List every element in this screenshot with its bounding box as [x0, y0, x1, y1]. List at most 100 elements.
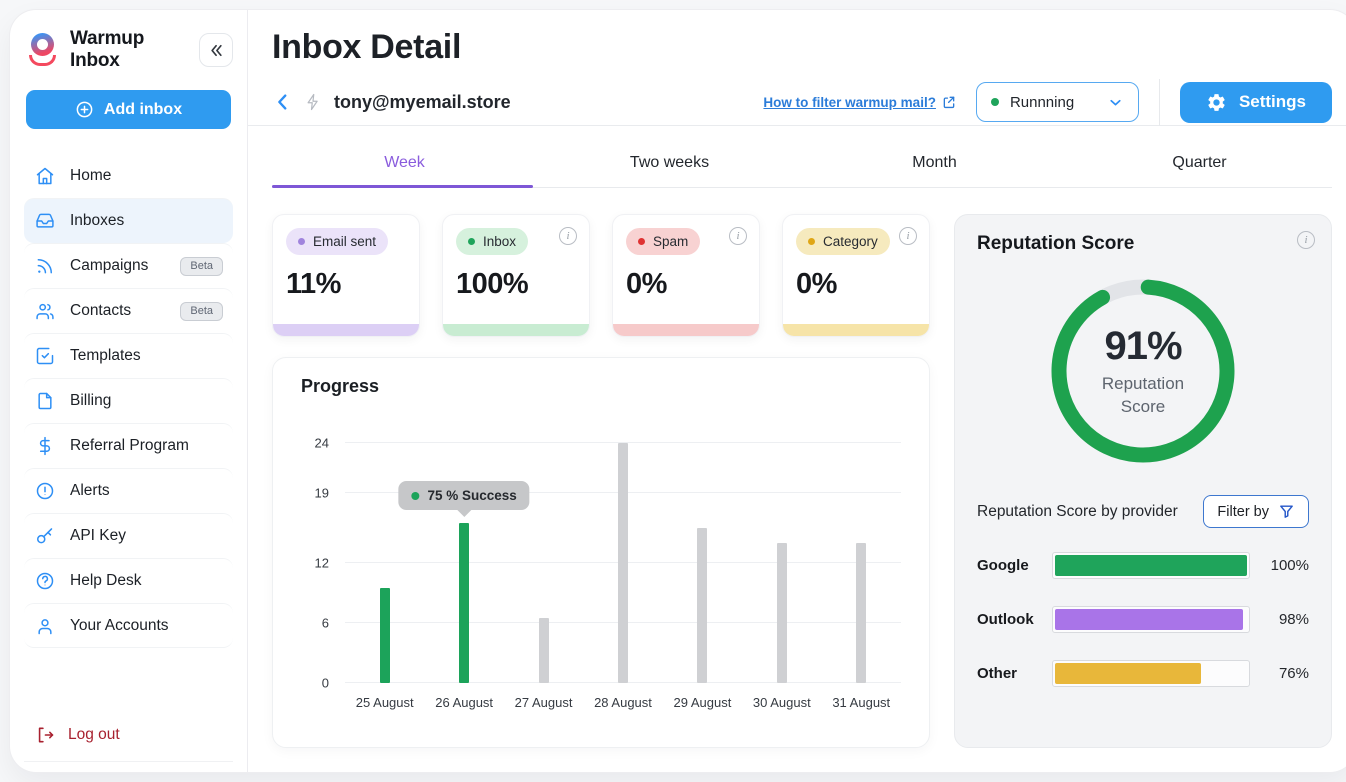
logo-ring [31, 33, 54, 56]
logout-label: Log out [68, 726, 120, 744]
logout-button[interactable]: Log out [24, 715, 233, 761]
stat-accent-strip [613, 324, 759, 336]
info-icon[interactable]: i [729, 227, 747, 245]
chart-bar-28-august[interactable] [618, 443, 628, 683]
logout-icon [34, 725, 56, 745]
x-axis-label: 26 August [424, 695, 503, 710]
tab-month[interactable]: Month [802, 142, 1067, 187]
main-content: Inbox Detail tony@myemail.store How to f… [248, 10, 1346, 772]
stat-value: 100% [456, 268, 576, 301]
x-axis-label: 28 August [583, 695, 662, 710]
brand-name: Warmup Inbox [70, 28, 189, 72]
sidebar-item-label: Contacts [70, 302, 131, 320]
logo-smile [29, 55, 56, 66]
help-icon [34, 571, 56, 591]
provider-value: 76% [1263, 665, 1309, 682]
lightning-icon [304, 93, 322, 111]
provider-bar-fill [1055, 663, 1201, 684]
sidebar-item-inboxes[interactable]: Inboxes [24, 198, 233, 243]
chart-bar-26-august[interactable] [459, 523, 469, 683]
chart-bar-31-august[interactable] [856, 543, 866, 683]
help-link[interactable]: How to filter warmup mail? [763, 95, 956, 110]
provider-bar-track [1052, 660, 1250, 687]
reputation-panel: Reputation Score i 91% Reputation Score … [954, 214, 1332, 748]
y-axis-tick: 12 [315, 555, 329, 570]
sidebar-item-label: Alerts [70, 482, 110, 500]
y-axis-tick: 19 [315, 485, 329, 500]
contacts-icon [34, 301, 56, 321]
collapse-sidebar-button[interactable] [199, 33, 233, 67]
brand-row: Warmup Inbox [24, 24, 233, 84]
provider-row-google: Google100% [977, 552, 1309, 579]
y-axis-tick: 6 [322, 615, 329, 630]
stat-dot [808, 238, 815, 245]
tab-week[interactable]: Week [272, 142, 537, 187]
provider-bar-track [1052, 552, 1250, 579]
settings-button[interactable]: Settings [1180, 82, 1332, 123]
stat-accent-strip [273, 324, 419, 336]
sidebar-item-your-accounts[interactable]: Your Accounts [24, 603, 233, 648]
tooltip-text: 75 % Success [427, 488, 516, 503]
chevron-left-icon [272, 91, 294, 113]
provider-name: Outlook [977, 611, 1039, 628]
sidebar-item-contacts[interactable]: Contacts Beta [24, 288, 233, 333]
status-dropdown[interactable]: Runnning [976, 82, 1139, 122]
filter-by-label: Filter by [1217, 504, 1269, 520]
inbox-icon [34, 211, 56, 231]
sidebar-item-alerts[interactable]: Alerts [24, 468, 233, 513]
account-icon [34, 616, 56, 636]
status-dot [991, 98, 999, 106]
chart-bar-25-august[interactable] [380, 588, 390, 683]
gear-icon [1206, 92, 1227, 113]
funnel-icon [1278, 503, 1295, 520]
x-axis-labels: 25 August26 August27 August28 August29 A… [345, 695, 901, 710]
api-key-icon [34, 526, 56, 546]
chart-bar-29-august[interactable] [697, 528, 707, 683]
tab-quarter[interactable]: Quarter [1067, 142, 1332, 187]
sidebar-item-home[interactable]: Home [24, 153, 233, 198]
sidebar-item-label: Templates [70, 347, 141, 365]
settings-label: Settings [1239, 92, 1306, 112]
x-axis-label: 30 August [742, 695, 821, 710]
info-icon[interactable]: i [559, 227, 577, 245]
tab-two-weeks[interactable]: Two weeks [537, 142, 802, 187]
stat-cards: Email sent11%Inboxi100%Spami0%Categoryi0… [272, 214, 930, 337]
beta-badge: Beta [180, 302, 223, 321]
sidebar-item-help-desk[interactable]: Help Desk [24, 558, 233, 603]
sidebar-item-label: Billing [70, 392, 111, 410]
sidebar-item-label: Help Desk [70, 572, 142, 590]
back-button[interactable] [272, 91, 294, 113]
stat-value: 0% [626, 268, 746, 301]
stat-value: 0% [796, 268, 916, 301]
stat-dot [298, 238, 305, 245]
app-window: Warmup Inbox Add inbox HomeInboxesCampai… [10, 10, 1346, 772]
chart-bar-27-august[interactable] [539, 618, 549, 683]
add-inbox-button[interactable]: Add inbox [26, 90, 231, 129]
info-icon[interactable]: i [1297, 231, 1315, 249]
sidebar-item-billing[interactable]: Billing [24, 378, 233, 423]
sidebar-item-label: Referral Program [70, 437, 189, 455]
sidebar-item-referral-program[interactable]: Referral Program [24, 423, 233, 468]
provider-bar-fill [1055, 609, 1243, 630]
double-chevron-left-icon [207, 41, 226, 60]
x-axis-label: 29 August [663, 695, 742, 710]
x-axis-label: 27 August [504, 695, 583, 710]
warmup-inbox-logo-icon [26, 33, 60, 67]
sidebar-item-campaigns[interactable]: CampaignsBeta [24, 243, 233, 288]
sidebar-item-api-key[interactable]: API Key [24, 513, 233, 558]
chart-bar-30-august[interactable] [777, 543, 787, 683]
external-link-icon [942, 95, 956, 109]
stat-card-inbox: Inboxi100% [442, 214, 590, 337]
filter-by-button[interactable]: Filter by [1203, 495, 1309, 528]
sidebar-item-templates[interactable]: Templates [24, 333, 233, 378]
stat-accent-strip [443, 324, 589, 336]
by-provider-label: Reputation Score by provider [977, 503, 1178, 521]
reputation-gauge: 91% Reputation Score [1045, 273, 1241, 469]
header-vertical-divider [1159, 79, 1160, 126]
provider-name: Google [977, 557, 1039, 574]
page-title: Inbox Detail [272, 28, 1332, 67]
info-icon[interactable]: i [899, 227, 917, 245]
help-link-label: How to filter warmup mail? [763, 95, 936, 110]
y-axis-tick: 0 [322, 675, 329, 690]
beta-badge: Beta [180, 257, 223, 276]
